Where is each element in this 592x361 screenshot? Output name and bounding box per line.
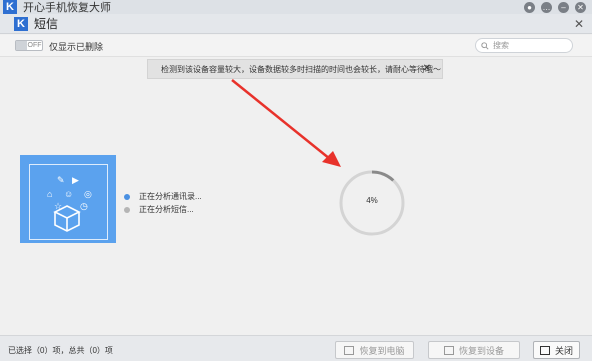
restore-to-device-button[interactable]: 恢复到设备 (428, 341, 520, 359)
phone-icon (443, 345, 454, 355)
annotation-arrow (231, 79, 341, 167)
close-button[interactable]: 关闭 (533, 341, 580, 359)
footer-bar: 已选择（0）项，总共（0）项 恢复到电脑 恢复到设备 关闭 (0, 335, 592, 361)
app-window: K 开心手机恢复大师 ● … – ✕ K 短信 ✕ OFF 仅显示已删除 检测到… (0, 0, 592, 361)
restore-to-device-label: 恢复到设备 (458, 345, 504, 356)
computer-icon (344, 345, 355, 355)
restore-to-pc-label: 恢复到电脑 (359, 345, 405, 356)
restore-to-pc-button[interactable]: 恢复到电脑 (335, 341, 414, 359)
close-label: 关闭 (554, 345, 573, 356)
progress-percent: 4% (366, 196, 378, 205)
selection-info: 已选择（0）项，总共（0）项 (8, 346, 113, 355)
exit-icon (539, 345, 550, 355)
